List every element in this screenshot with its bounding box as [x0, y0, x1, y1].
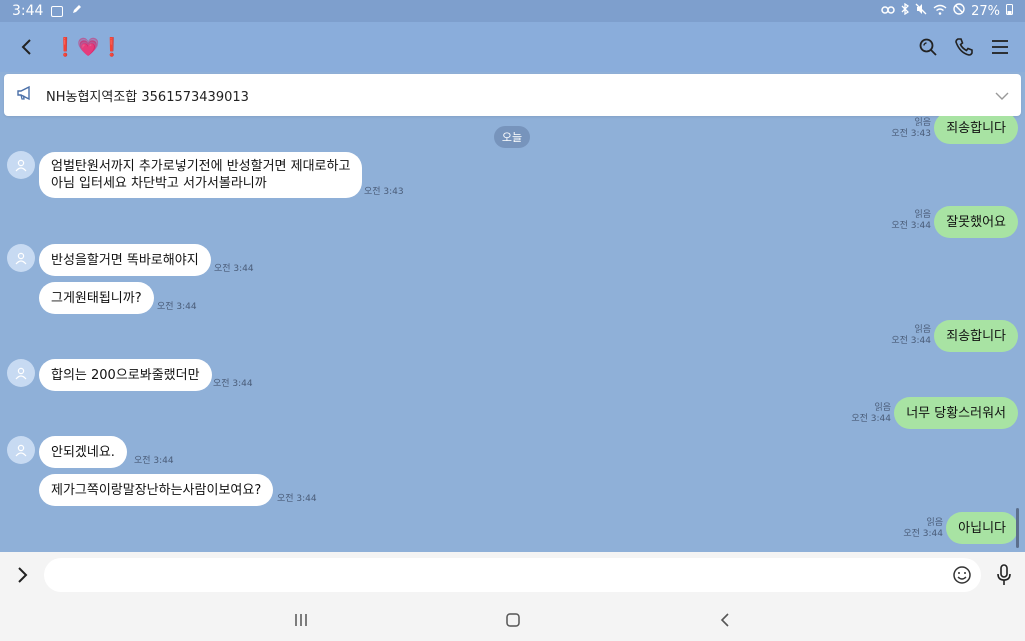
avatar[interactable] — [7, 151, 35, 179]
menu-button[interactable] — [989, 36, 1011, 58]
message-time: 오전 3:44 — [277, 494, 317, 504]
system-back-button[interactable] — [714, 609, 736, 631]
message-time: 오전 3:44 — [134, 456, 174, 466]
message-composer — [0, 552, 1025, 598]
phone-icon — [955, 38, 973, 56]
search-icon — [919, 38, 937, 56]
call-button[interactable] — [953, 36, 975, 58]
chat-area[interactable]: 오늘 읽음 오전 3:43 죄송합니다 엄벌탄원서까지 추가로넣기전에 반성할거… — [0, 116, 1025, 552]
message-bubble-incoming[interactable]: 엄벌탄원서까지 추가로넣기전에 반성할거면 제대로하고 아님 입터세요 차단박고… — [39, 152, 363, 198]
pen-icon — [71, 3, 83, 19]
message-field[interactable] — [43, 558, 982, 592]
message-time: 오전 3:44 — [903, 529, 943, 539]
hamburger-icon — [992, 40, 1008, 54]
message-meta: 읽음 오전 3:44 — [891, 210, 931, 232]
message-time: 오전 3:44 — [891, 336, 931, 346]
notice-text: NH농협지역조합 3561573439013 — [46, 89, 249, 105]
chat-scrollbar[interactable] — [1016, 508, 1019, 548]
user-icon — [15, 444, 27, 457]
message-bubble-incoming[interactable]: 안되겠네요. — [39, 436, 127, 468]
search-button[interactable] — [917, 36, 939, 58]
emoji-icon — [953, 566, 971, 584]
message-bubble-incoming[interactable]: 그게원태됩니까? — [39, 282, 154, 314]
voice-button[interactable] — [993, 564, 1015, 586]
date-divider: 오늘 — [494, 126, 530, 148]
expand-button[interactable] — [10, 562, 36, 588]
link-icon — [881, 4, 895, 19]
read-receipt: 읽음 — [874, 403, 891, 413]
microphone-icon — [997, 564, 1011, 585]
bluetooth-icon — [901, 2, 910, 19]
user-icon — [15, 252, 27, 265]
message-time: 오전 3:44 — [214, 264, 254, 274]
system-nav-bar — [0, 598, 1025, 641]
user-icon — [15, 367, 27, 380]
read-receipt: 읽음 — [914, 118, 931, 128]
mute-icon — [915, 3, 927, 19]
chevron-down-icon[interactable] — [995, 86, 1009, 105]
wifi-icon — [933, 4, 947, 19]
status-time: 3:44 — [12, 3, 44, 19]
chat-header: ❗💗❗ — [0, 22, 1025, 72]
status-bar: 3:44 27% — [0, 0, 1025, 22]
avatar[interactable] — [7, 359, 35, 387]
back-button[interactable] — [14, 35, 38, 59]
chat-title: ❗💗❗ — [54, 36, 125, 58]
message-time: 오전 3:44 — [157, 302, 197, 312]
recents-button[interactable] — [290, 609, 312, 631]
message-meta: 읽음 오전 3:43 — [891, 118, 931, 140]
emoji-button[interactable] — [951, 564, 973, 586]
message-meta: 읽음 오전 3:44 — [903, 518, 943, 540]
gallery-icon — [51, 5, 64, 17]
message-time: 오전 3:44 — [891, 221, 931, 231]
battery-icon — [1006, 3, 1013, 19]
read-receipt: 읽음 — [926, 518, 943, 528]
read-receipt: 읽음 — [914, 325, 931, 335]
back-icon — [720, 612, 729, 627]
message-input[interactable] — [55, 567, 916, 583]
user-icon — [15, 159, 27, 172]
message-time: 오전 3:43 — [891, 129, 931, 139]
message-bubble-incoming[interactable]: 합의는 200으로봐줄랬더만 — [39, 359, 212, 391]
message-meta: 읽음 오전 3:44 — [891, 325, 931, 347]
chevron-right-icon — [18, 567, 28, 583]
notice-banner[interactable]: NH농협지역조합 3561573439013 — [4, 74, 1021, 116]
avatar[interactable] — [7, 436, 35, 464]
battery-text: 27% — [971, 3, 1000, 19]
message-bubble-incoming[interactable]: 반성을할거면 똑바로해야지 — [39, 244, 211, 276]
message-line: 아님 입터세요 차단박고 서가서볼라니까 — [51, 176, 267, 191]
message-bubble-outgoing[interactable]: 잘못했어요 — [934, 206, 1018, 238]
avatar[interactable] — [7, 244, 35, 272]
message-time: 오전 3:44 — [851, 414, 891, 424]
message-time: 오전 3:43 — [364, 187, 404, 197]
message-bubble-incoming[interactable]: 제가그쪽이랑말장난하는사람이보여요? — [39, 474, 274, 506]
recents-icon — [294, 613, 307, 626]
home-button[interactable] — [502, 609, 524, 631]
message-line: 엄벌탄원서까지 추가로넣기전에 반성할거면 제대로하고 — [51, 159, 351, 174]
read-receipt: 읽음 — [914, 210, 931, 220]
megaphone-icon — [16, 85, 34, 105]
home-icon — [505, 612, 520, 627]
message-bubble-outgoing[interactable]: 아닙니다 — [946, 512, 1018, 544]
message-bubble-outgoing[interactable]: 죄송합니다 — [934, 320, 1018, 352]
message-bubble-outgoing[interactable]: 죄송합니다 — [934, 116, 1018, 144]
message-bubble-outgoing[interactable]: 너무 당황스러워서 — [894, 397, 1018, 429]
do-not-disturb-icon — [953, 3, 965, 19]
message-time: 오전 3:44 — [213, 379, 253, 389]
message-meta: 읽음 오전 3:44 — [851, 403, 891, 425]
